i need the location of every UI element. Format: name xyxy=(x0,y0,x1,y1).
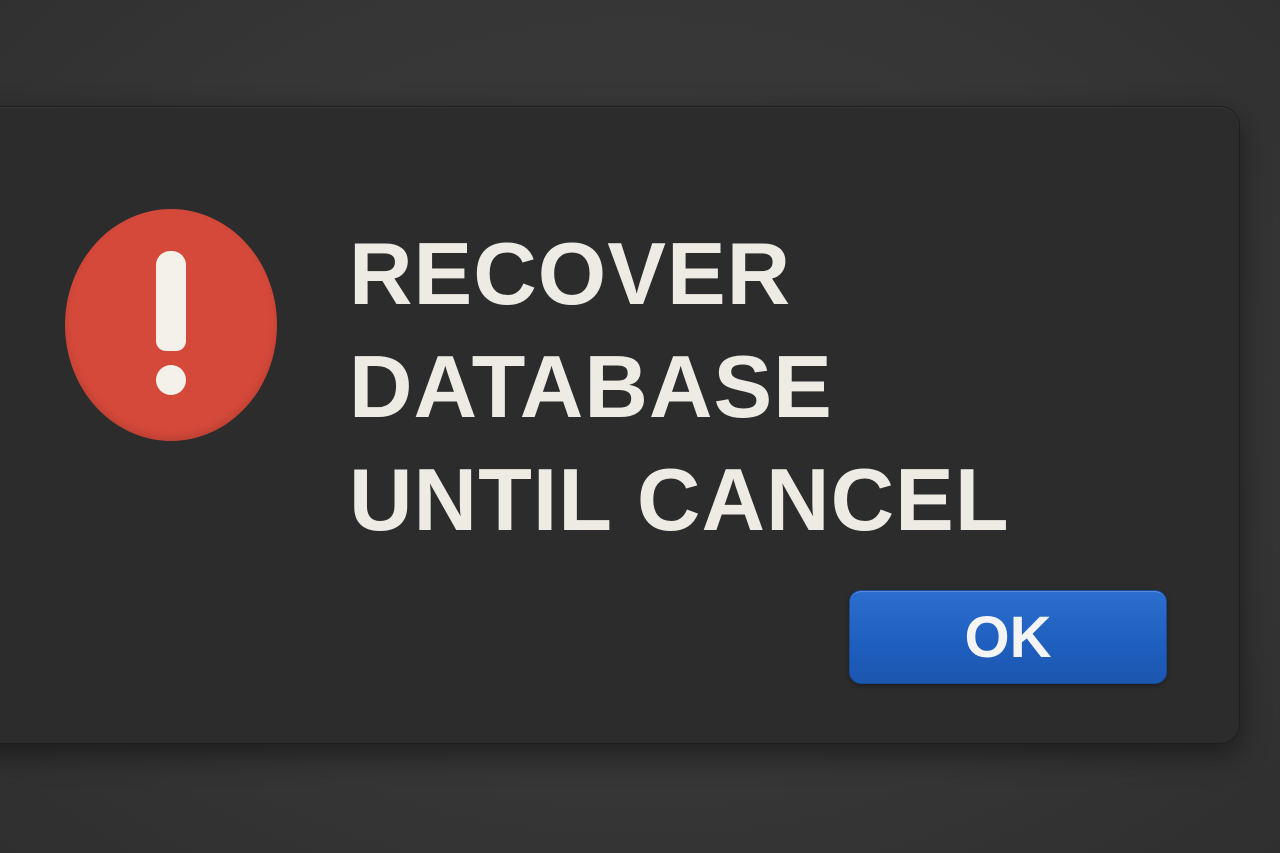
exclamation-alert-icon xyxy=(65,209,277,441)
alert-message-line: DATABASE xyxy=(349,337,833,436)
alert-dialog: RECOVER DATABASE UNTIL CANCEL OK xyxy=(0,106,1240,744)
exclamation-dot xyxy=(156,365,186,395)
alert-message: RECOVER DATABASE UNTIL CANCEL xyxy=(349,217,1049,556)
alert-message-line: UNTIL CANCEL xyxy=(349,450,1010,549)
ok-button[interactable]: OK xyxy=(849,590,1167,684)
exclamation-bar xyxy=(156,251,186,351)
alert-message-line: RECOVER xyxy=(349,224,792,323)
